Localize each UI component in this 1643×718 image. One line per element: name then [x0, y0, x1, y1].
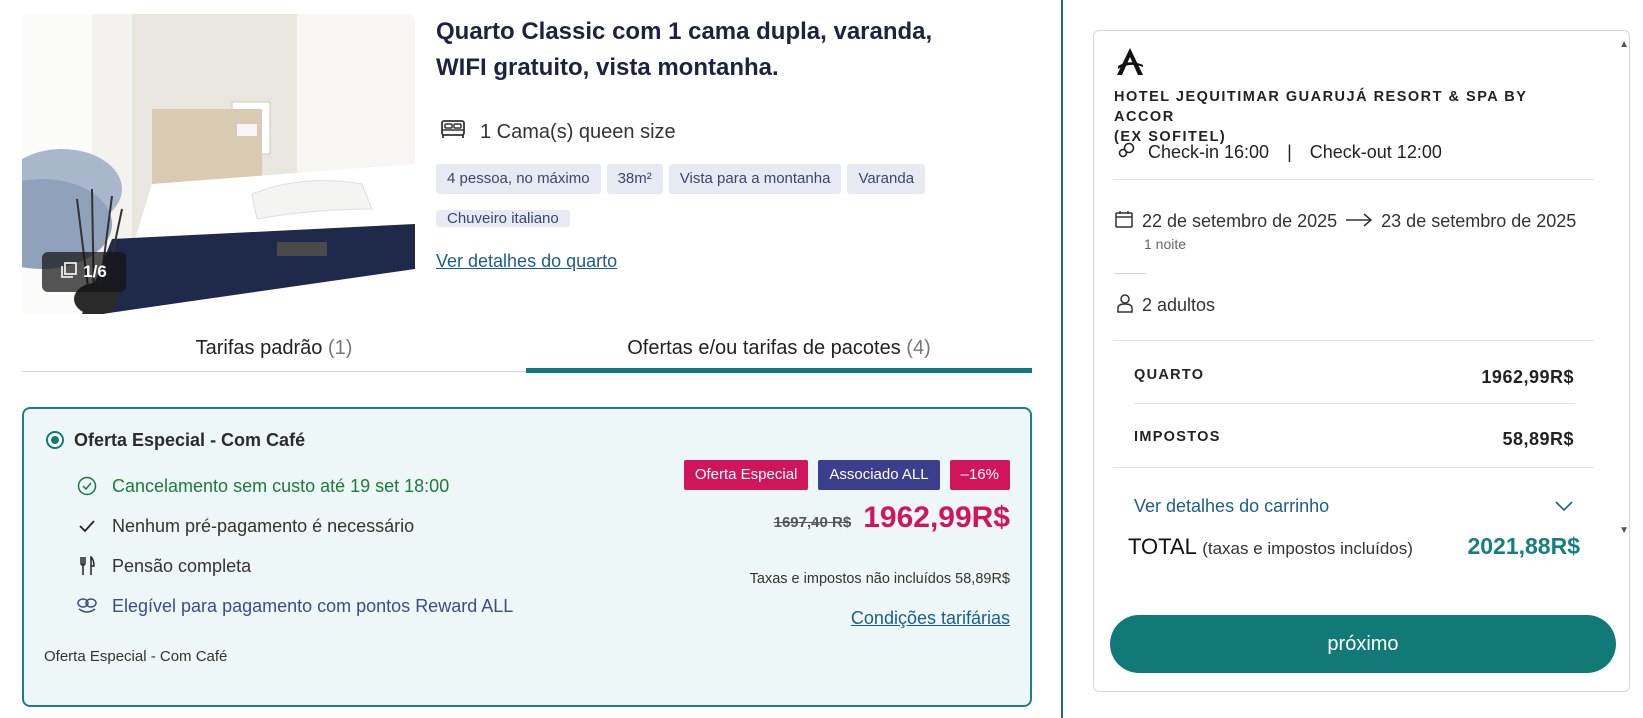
total-amount: 2021,88R$ — [1467, 533, 1580, 559]
room-cost-label: QUARTO — [1134, 367, 1205, 383]
tab-offers-packages[interactable]: Ofertas e/ou tarifas de pacotes (4) — [526, 328, 1032, 373]
check-circle-icon — [76, 475, 98, 497]
total-label-text: TOTAL — [1128, 534, 1197, 559]
accor-logo-icon — [1114, 45, 1146, 77]
bed-icon — [440, 118, 466, 146]
tax-note: Taxas e impostos não incluídos 58,89R$ — [749, 571, 1010, 587]
room-tags: 4 pessoa, no máximo 38m² Vista para a mo… — [436, 164, 956, 194]
stay-dates: 22 de setembro de 2025 23 de setembro de… — [1114, 209, 1576, 234]
arrow-right-icon — [1345, 211, 1373, 232]
divider — [1114, 179, 1594, 180]
calendar-icon — [1114, 209, 1134, 234]
hotel-name-line1: HOTEL JEQUITIMAR GUARUJÁ RESORT & SPA BY… — [1114, 89, 1528, 125]
total-row: TOTAL (taxas e impostos incluídos) 2021,… — [1128, 533, 1580, 560]
tag-view: Vista para a montanha — [668, 164, 842, 194]
tab-offers-packages-count: (4) — [906, 337, 931, 359]
guests: 2 adultos — [1116, 293, 1215, 318]
feature-prepayment-text: Nenhum pré-pagamento é necessário — [112, 515, 415, 536]
feature-cancellation: Cancelamento sem custo até 19 set 18:00 — [76, 475, 449, 497]
badge-discount: –16% — [949, 460, 1010, 490]
date-from: 22 de setembro de 2025 — [1142, 211, 1338, 231]
scroll-down-arrow-icon[interactable]: ▼ — [1619, 525, 1629, 536]
new-price: 1962,99R$ — [863, 501, 1010, 534]
person-icon — [1116, 293, 1134, 318]
checkin-time: Check-in 16:00 — [1148, 142, 1270, 162]
old-price: 1697,40 R$ — [773, 514, 852, 531]
tag-capacity: 4 pessoa, no máximo — [436, 164, 601, 194]
checkout-time: Check-out 12:00 — [1309, 142, 1442, 162]
divider — [1114, 467, 1594, 468]
booking-summary: ▲ ▼ HOTEL JEQUITIMAR GUARUJÁ RESORT & SP… — [1093, 30, 1630, 692]
cutlery-icon — [76, 555, 98, 577]
badge-member: Associado ALL — [818, 460, 940, 490]
tax-cost-amount: 58,89R$ — [1502, 429, 1574, 449]
nights-count: 1 noite — [1144, 236, 1187, 252]
rate-conditions-link[interactable]: Condições tarifárias — [851, 608, 1010, 629]
tag-shower: Chuveiro italiano — [436, 210, 570, 227]
room-cost-row: QUARTO 1962,99R$ — [1134, 367, 1574, 388]
tab-standard-rates-count: (1) — [327, 337, 353, 359]
reward-points-icon — [76, 595, 98, 617]
tag-size: 38m² — [606, 164, 663, 194]
feature-cancellation-text: Cancelamento sem custo até 19 set 18:00 — [112, 475, 450, 496]
total-note: (taxas e impostos incluídos) — [1202, 539, 1413, 558]
scroll-up-arrow-icon[interactable]: ▲ — [1619, 39, 1629, 50]
tab-standard-rates-label: Tarifas padrão — [195, 337, 323, 359]
offer-badges: Oferta Especial Associado ALL –16% — [683, 460, 1010, 490]
room-tags-row2: Chuveiro italiano — [436, 204, 570, 234]
tab-offers-packages-label: Ofertas e/ou tarifas de pacotes — [627, 337, 901, 359]
room-details-link[interactable]: Ver detalhes do quarto — [436, 251, 617, 272]
date-to: 23 de setembro de 2025 — [1381, 211, 1577, 231]
bed-label: 1 Cama(s) queen size — [480, 120, 676, 143]
cart-details-label: Ver detalhes do carrinho — [1134, 496, 1330, 516]
photo-counter-text: 1/6 — [83, 262, 107, 281]
feature-prepayment: Nenhum pré-pagamento é necessário — [76, 515, 414, 537]
feature-reward-text: Elegível para pagamento com pontos Rewar… — [112, 595, 514, 616]
tag-balcony: Varanda — [847, 164, 926, 194]
offer-footer: Oferta Especial - Com Café — [44, 648, 228, 665]
photo-counter[interactable]: 1/6 — [42, 252, 126, 292]
tax-cost-row: IMPOSTOS 58,89R$ — [1134, 429, 1574, 450]
room-title: Quarto Classic com 1 cama dupla, varanda… — [436, 18, 933, 81]
key-icon — [1118, 141, 1136, 164]
offer-name: Oferta Especial - Com Café — [74, 430, 306, 450]
price-row: 1697,40 R$ 1962,99R$ — [774, 501, 1010, 535]
feature-reward: Elegível para pagamento com pontos Rewar… — [76, 595, 513, 617]
divider — [1114, 340, 1594, 341]
feature-board-text: Pensão completa — [112, 555, 252, 576]
tab-standard-rates[interactable]: Tarifas padrão (1) — [22, 328, 526, 372]
check-icon — [76, 515, 98, 537]
total-label: TOTAL (taxas e impostos incluídos) — [1128, 534, 1413, 560]
checkin-checkout: Check-in 16:00 | Check-out 12:00 — [1118, 141, 1442, 164]
checkin-separator: | — [1287, 142, 1292, 162]
tax-cost-label: IMPOSTOS — [1134, 429, 1221, 445]
hotel-name: HOTEL JEQUITIMAR GUARUJÁ RESORT & SPA BY… — [1114, 87, 1574, 147]
room-cost-amount: 1962,99R$ — [1481, 367, 1574, 387]
divider — [1134, 403, 1574, 404]
column-divider — [1061, 0, 1063, 718]
chevron-down-icon — [1554, 496, 1574, 517]
offer-radio[interactable] — [46, 431, 64, 449]
gallery-icon — [61, 261, 77, 283]
bed-info: 1 Cama(s) queen size — [440, 118, 676, 146]
feature-board: Pensão completa — [76, 555, 251, 577]
guests-label: 2 adultos — [1142, 295, 1216, 315]
cart-details-toggle[interactable]: Ver detalhes do carrinho — [1134, 496, 1574, 517]
offer-card[interactable]: Oferta Especial - Com Café Cancelamento … — [22, 407, 1032, 707]
rate-tabs: Tarifas padrão (1) Ofertas e/ou tarifas … — [22, 328, 1032, 373]
next-button[interactable]: próximo — [1110, 615, 1616, 673]
short-divider — [1114, 273, 1146, 274]
room-photo[interactable]: 1/6 — [22, 14, 415, 314]
badge-special-offer: Oferta Especial — [683, 460, 809, 490]
